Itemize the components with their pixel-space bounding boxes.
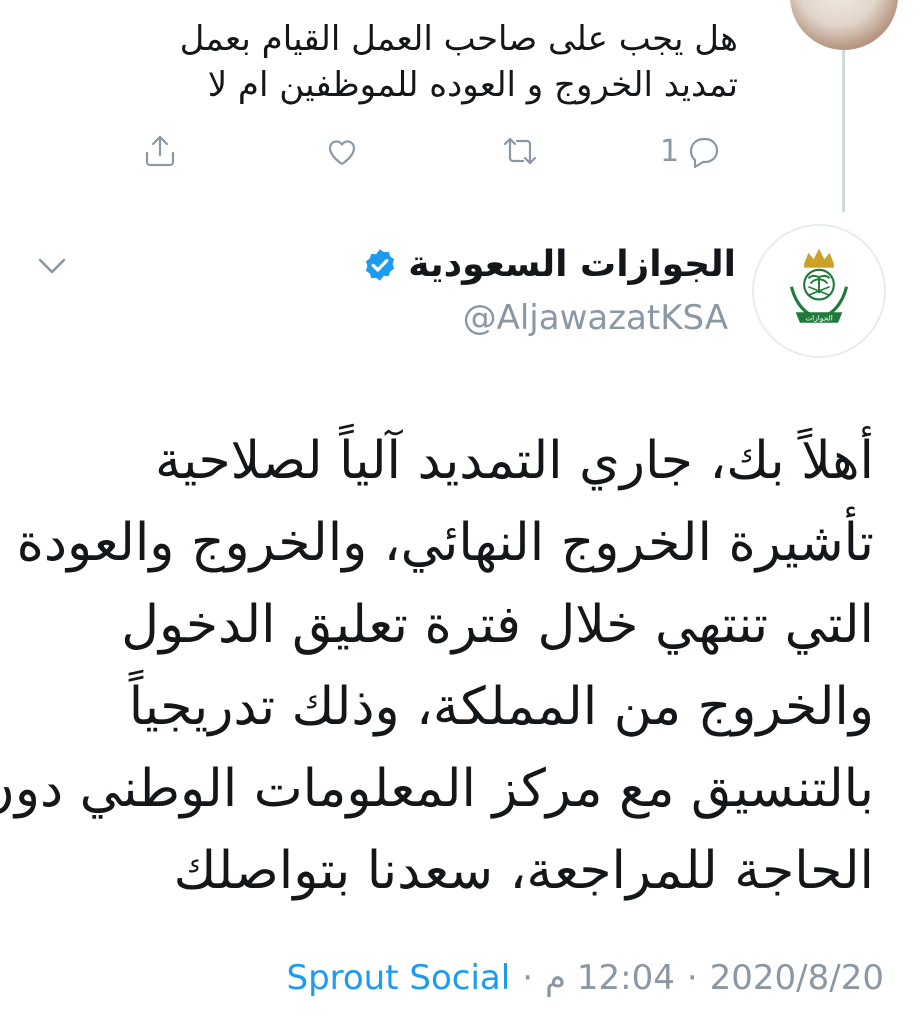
reply-tweet-text: هل يجب على صاحب العمل القيام بعمل تمديد …	[118, 16, 738, 108]
like-button[interactable]	[322, 128, 362, 174]
logo-text: الجوازات	[805, 314, 833, 323]
reply-tweet-line: تمديد الخروج و العوده للموظفين ام لا	[207, 65, 738, 105]
author-name-row[interactable]: الجوازات السعودية	[362, 244, 736, 285]
tweet-text-line: التي تنتهي خلال فترة تعليق الدخول	[121, 595, 874, 655]
tweet-text-line: الحاجة للمراجعة، سعدنا بتواصلك	[173, 841, 874, 901]
share-icon	[145, 135, 175, 167]
jawazat-logo-icon: الجوازات	[789, 248, 849, 323]
chevron-down-icon[interactable]	[34, 252, 70, 280]
tweet-source-link[interactable]: Sprout Social	[286, 958, 510, 998]
tweet-text-line: أهلاً بك، جاري التمديد آلياً لصلاحية	[154, 431, 874, 491]
share-button[interactable]	[140, 128, 180, 174]
reply-tweet-line: هل يجب على صاحب العمل القيام بعمل	[179, 19, 738, 59]
retweet-button[interactable]	[500, 128, 540, 174]
reply-icon	[689, 137, 719, 169]
author-avatar[interactable]: الجوازات	[752, 224, 886, 358]
tweet-text-line: والخروج من المملكة، وذلك تدريجياً	[128, 677, 874, 737]
author-handle[interactable]: @AljawazatKSA	[463, 298, 728, 338]
tweet-text-line: بالتنسيق مع مركز المعلومات الوطني دون	[0, 759, 874, 819]
tweet-date[interactable]: 2020/8/20	[710, 958, 884, 998]
reply-author-avatar[interactable]	[790, 0, 898, 50]
tweet-text: أهلاً بك، جاري التمديد آلياً لصلاحية تأش…	[0, 420, 874, 912]
tweet-meta: 2020/8/20 · 12:04 م · Sprout Social	[286, 958, 884, 998]
tweet-time[interactable]: 12:04 م	[545, 958, 675, 998]
verified-badge-icon	[366, 248, 395, 281]
heart-icon	[328, 140, 356, 166]
author-display-name[interactable]: الجوازات السعودية	[408, 244, 736, 285]
meta-separator: ·	[686, 958, 698, 998]
reply-button[interactable]: 1	[660, 128, 723, 174]
meta-separator: ·	[522, 958, 533, 998]
tweet-text-line: تأشيرة الخروج النهائي، والخروج والعودة	[16, 513, 874, 573]
thread-connector-line	[842, 50, 845, 212]
reply-count: 1	[660, 133, 680, 169]
retweet-icon	[503, 137, 537, 165]
